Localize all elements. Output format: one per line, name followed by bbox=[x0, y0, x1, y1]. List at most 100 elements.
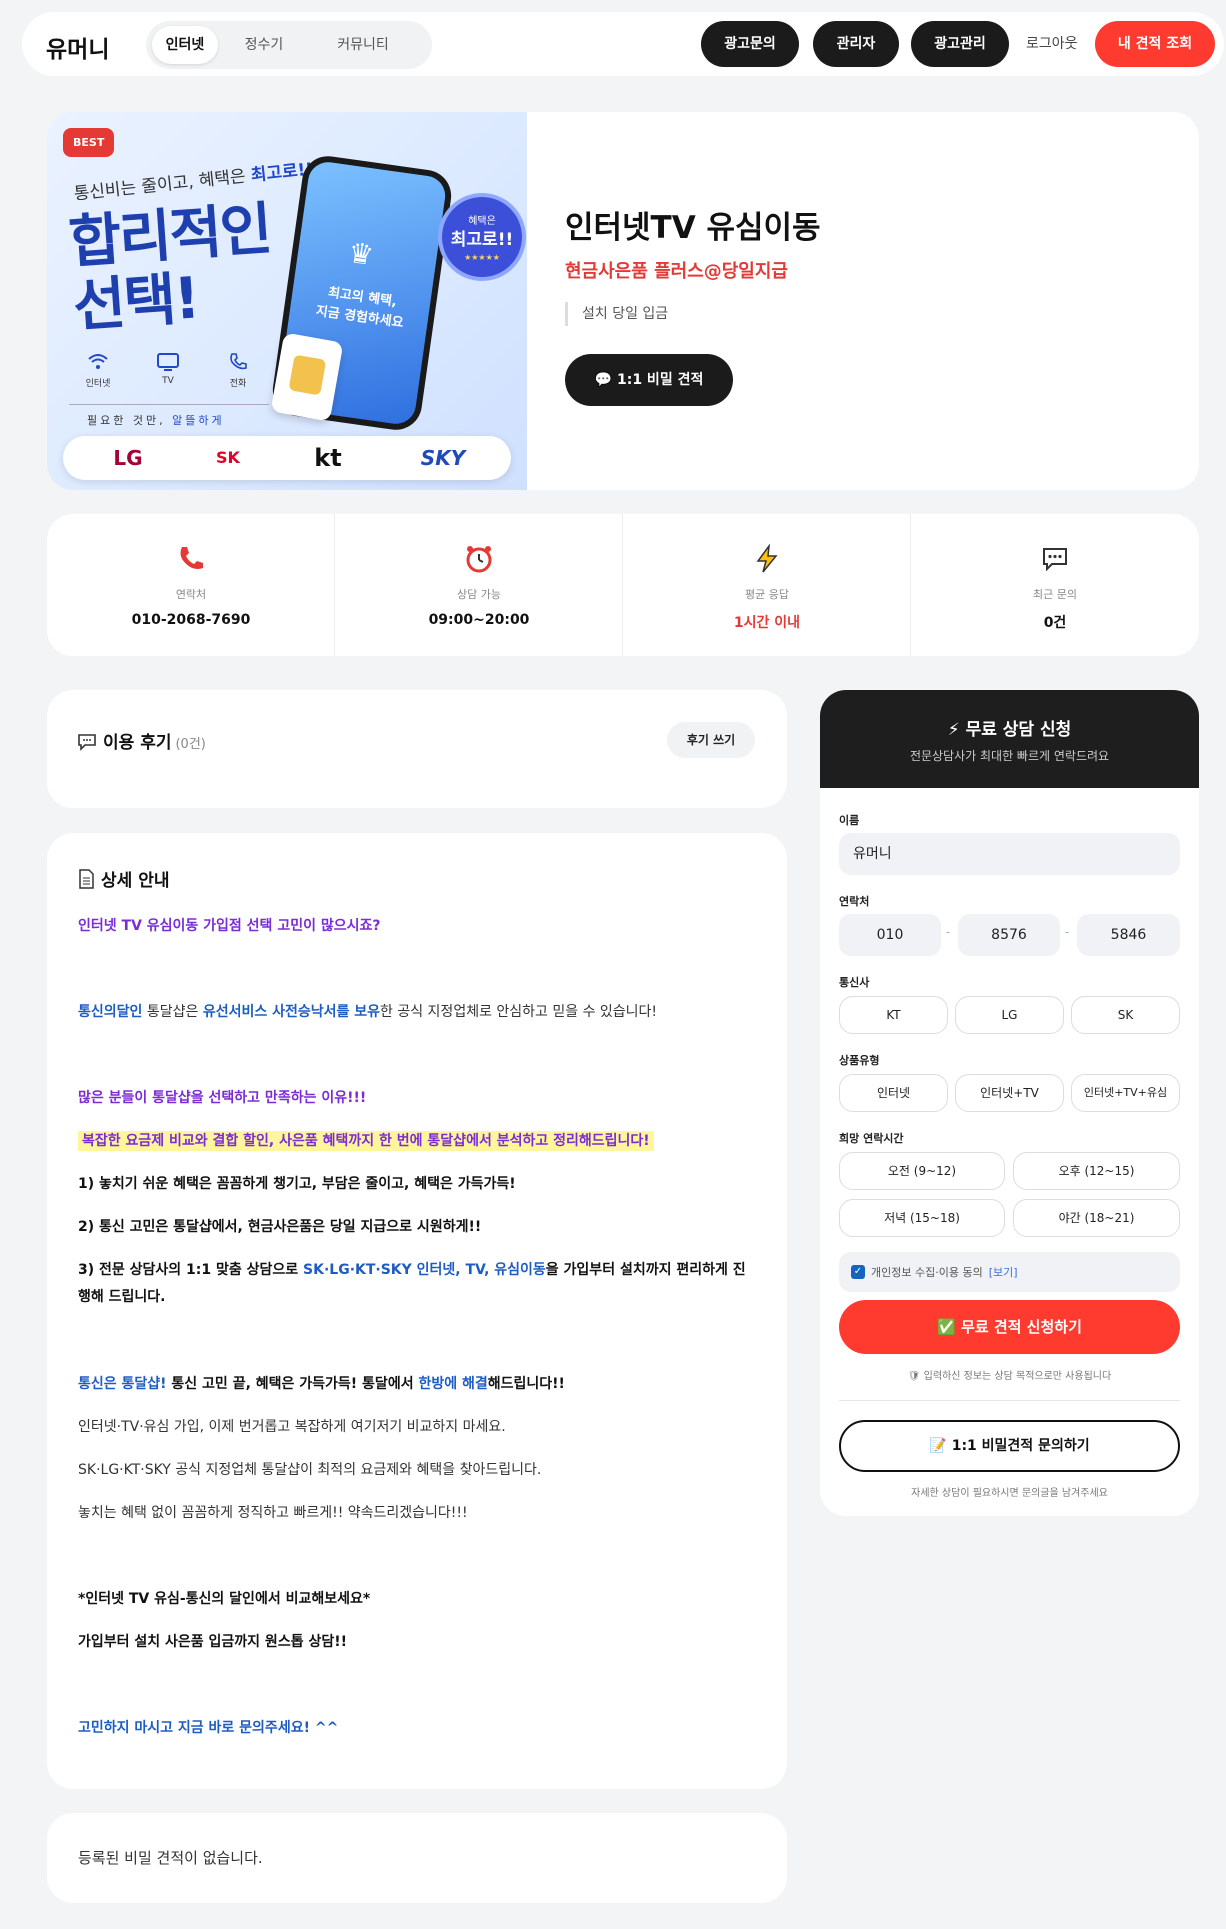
banner-divider bbox=[69, 404, 269, 405]
ad-manage-button[interactable]: 광고관리 bbox=[911, 21, 1009, 67]
chat-icon bbox=[78, 734, 96, 751]
phone-separator: - bbox=[1065, 925, 1070, 939]
detail-text: 해드립니다!! bbox=[487, 1376, 565, 1392]
store-info-stats: 연락처 010-2068-7690 상담 가능 09:00~20:00 평균 응… bbox=[47, 514, 1199, 656]
privacy-note: 🛡 입력하신 정보는 상담 목적으로만 사용됩니다 bbox=[907, 1371, 1112, 1382]
privacy-consent-label: 개인정보 수집·이용 동의 bbox=[871, 1266, 983, 1279]
detail-line: SK·LG·KT·SKY 공식 지정업체 통달샵이 최적의 요금제와 혜택을 찾… bbox=[78, 1462, 542, 1478]
detail-line: *인터넷 TV 유심-통신의 달인에서 비교해보세요* bbox=[78, 1591, 371, 1607]
detail-emphasis: 한방에 해결 bbox=[418, 1376, 488, 1392]
tab-community[interactable]: 커뮤니티 bbox=[308, 26, 418, 64]
product-option-internet-tv-usim[interactable]: 인터넷+TV+유심 bbox=[1071, 1074, 1180, 1112]
banner-headline-line1: 합리적인 bbox=[66, 196, 273, 277]
submit-quote-button[interactable]: ✅ 무료 견적 신청하기 bbox=[839, 1300, 1180, 1354]
stat-inquiries: 최근 문의 0건 bbox=[911, 514, 1199, 656]
phone-input-2[interactable]: 8576 bbox=[958, 914, 1060, 956]
detail-line: 통신의달인 통달샵은 유선서비스 사전승낙서를 보유한 공식 지정업체로 안심하… bbox=[78, 999, 758, 1025]
my-quote-button[interactable]: 내 견적 조회 bbox=[1095, 21, 1215, 67]
secret-quote-button[interactable]: 💬 1:1 비밀 견적 bbox=[565, 354, 733, 406]
banner-service-label: 전화 bbox=[229, 379, 247, 389]
site-logo[interactable]: 유머니 bbox=[46, 30, 109, 64]
privacy-consent: ✓ 개인정보 수집·이용 동의 [보기] bbox=[839, 1252, 1180, 1292]
badge-big-text: 최고로!! bbox=[450, 230, 514, 250]
alarm-clock-icon bbox=[335, 544, 623, 578]
banner-service-icons: 인터넷 TV 전화 bbox=[73, 352, 263, 392]
phone-separator: - bbox=[946, 925, 951, 939]
time-option-afternoon[interactable]: 오후 (12~15) bbox=[1013, 1152, 1180, 1190]
lg-logo: LG bbox=[113, 446, 143, 470]
detail-line: 놓치는 혜택 없이 꼼꼼하게 정직하고 빠르게!! 약속드리겠습니다!!! bbox=[78, 1505, 468, 1521]
detail-text: 한 공식 지정업체로 안심하고 믿을 수 있습니다! bbox=[380, 1004, 658, 1020]
stat-response: 평균 응답 1시간 이내 bbox=[623, 514, 911, 656]
stat-value: 09:00~20:00 bbox=[428, 612, 530, 628]
consultation-form: ⚡ 무료 상담 신청 전문상담사가 최대한 빠르게 연락드려요 이름 유머니 연… bbox=[820, 690, 1199, 1516]
banner-service-tv: TV bbox=[143, 352, 193, 386]
wifi-icon bbox=[73, 352, 123, 376]
lightning-icon bbox=[623, 543, 911, 578]
product-option-internet[interactable]: 인터넷 bbox=[839, 1074, 948, 1112]
banner-service-label: 인터넷 bbox=[85, 379, 111, 389]
reviews-card: 이용 후기 (0건) 후기 쓰기 bbox=[47, 690, 787, 808]
reviews-title-text: 이용 후기 bbox=[103, 733, 172, 753]
main-nav-tabs: 인터넷 정수기 커뮤니티 bbox=[146, 21, 432, 69]
detail-title-text: 상세 안내 bbox=[101, 871, 170, 891]
name-input[interactable]: 유머니 bbox=[839, 833, 1180, 875]
time-option-night[interactable]: 야간 (18~21) bbox=[1013, 1199, 1180, 1237]
stat-value[interactable]: 010-2068-7690 bbox=[47, 612, 335, 628]
product-subtitle: 현금사은품 플러스@당일지급 bbox=[565, 261, 788, 282]
phone-input-3[interactable]: 5846 bbox=[1077, 914, 1180, 956]
admin-button[interactable]: 관리자 bbox=[813, 21, 899, 67]
stat-value: 1시간 이내 bbox=[733, 615, 801, 631]
top-navbar: 유머니 인터넷 정수기 커뮤니티 광고문의 관리자 광고관리 로그아웃 내 견적… bbox=[22, 12, 1224, 76]
benefit-badge: 혜택은 최고로!! ★★★★★ bbox=[442, 197, 522, 277]
name-label: 이름 bbox=[839, 814, 860, 827]
privacy-consent-checkbox[interactable]: ✓ bbox=[851, 1265, 865, 1279]
secret-inquiry-button[interactable]: 📝 1:1 비밀견적 문의하기 bbox=[839, 1420, 1180, 1472]
privacy-view-link[interactable]: [보기] bbox=[989, 1266, 1018, 1279]
detail-text: 통신 고민 끝, 혜택은 가득가득! 통달에서 bbox=[166, 1376, 419, 1392]
detail-emphasis: 유선서비스 사전승낙서를 보유 bbox=[202, 1004, 381, 1020]
banner-headline-line2: 선택! bbox=[71, 265, 201, 340]
product-type-label: 상품유형 bbox=[839, 1054, 880, 1067]
kt-logo: kt bbox=[314, 444, 342, 472]
detail-info-card: 상세 안내 인터넷 TV 유심이동 가입점 선택 고민이 많으시죠? 통신의달인… bbox=[47, 833, 787, 1789]
banner-need-emphasis: 알뜰하게 bbox=[172, 414, 225, 427]
time-option-evening[interactable]: 저녁 (15~18) bbox=[839, 1199, 1005, 1237]
detail-text: 3) 전문 상담사의 1:1 맞춤 상담으로 bbox=[78, 1262, 304, 1278]
best-badge: BEST bbox=[63, 128, 115, 157]
detail-line: 2) 통신 고민은 통달샵에서, 현금사은품은 당일 지급으로 시원하게!! bbox=[78, 1219, 482, 1235]
chat-icon bbox=[911, 544, 1199, 578]
carrier-option-lg[interactable]: LG bbox=[955, 996, 1064, 1034]
banner-need-text: 필요한 것만, 알뜰하게 bbox=[87, 412, 225, 428]
banner-tagline: 통신비는 줄이고, 혜택은 최고로!! bbox=[72, 155, 314, 204]
stat-label: 연락처 bbox=[175, 588, 207, 601]
product-option-internet-tv[interactable]: 인터넷+TV bbox=[955, 1074, 1064, 1112]
form-header: ⚡ 무료 상담 신청 전문상담사가 최대한 빠르게 연락드려요 bbox=[820, 690, 1199, 788]
ad-inquiry-button[interactable]: 광고문의 bbox=[701, 21, 799, 67]
detail-emphasis: 통신의달인 bbox=[78, 1004, 143, 1020]
phone-icon bbox=[213, 352, 263, 376]
phone-input-1[interactable]: 010 bbox=[839, 914, 941, 956]
badge-stars: ★★★★★ bbox=[464, 253, 500, 262]
banner-headline: 합리적인 선택! bbox=[66, 196, 277, 340]
write-review-button[interactable]: 후기 쓰기 bbox=[667, 722, 755, 758]
banner-need-pre: 필요한 것만, bbox=[87, 414, 173, 427]
form-divider bbox=[839, 1400, 1180, 1401]
phone-icon bbox=[47, 544, 335, 578]
tab-water-purifier[interactable]: 정수기 bbox=[224, 26, 304, 64]
detail-line: 인터넷 TV 유심이동 가입점 선택 고민이 많으시죠? bbox=[78, 918, 381, 934]
detail-line: 복잡한 요금제 비교와 결합 할인, 사은품 혜택까지 한 번에 통달샵에서 분… bbox=[78, 1128, 758, 1154]
stat-label: 상담 가능 bbox=[457, 588, 501, 601]
detail-line: 통신은 통달샵! 통신 고민 끝, 혜택은 가득가득! 통달에서 한방에 해결해… bbox=[78, 1371, 758, 1397]
form-subtitle: 전문상담사가 최대한 빠르게 연락드려요 bbox=[909, 749, 1110, 763]
time-option-morning[interactable]: 오전 (9~12) bbox=[839, 1152, 1005, 1190]
logout-link[interactable]: 로그아웃 bbox=[1026, 21, 1086, 67]
sky-logo: SKY bbox=[420, 446, 466, 470]
reviews-title: 이용 후기 (0건) bbox=[77, 728, 206, 753]
carrier-option-kt[interactable]: KT bbox=[839, 996, 948, 1034]
detail-highlight: 복잡한 요금제 비교와 결합 할인, 사은품 혜택까지 한 번에 통달샵에서 분… bbox=[78, 1131, 654, 1151]
sk-logo: SK bbox=[216, 448, 240, 467]
detail-line: 인터넷·TV·유심 가입, 이제 번거롭고 복잡하게 여기저기 비교하지 마세요… bbox=[78, 1419, 506, 1435]
tab-internet[interactable]: 인터넷 bbox=[152, 26, 218, 64]
carrier-option-sk[interactable]: SK bbox=[1071, 996, 1180, 1034]
